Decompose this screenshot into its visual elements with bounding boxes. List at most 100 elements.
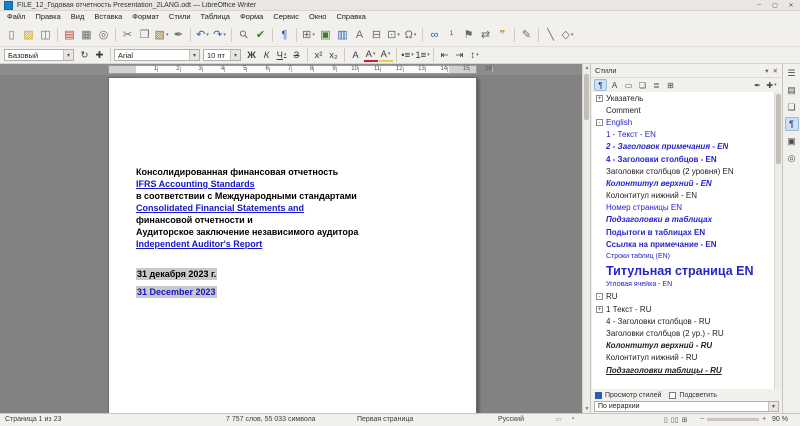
menu-window[interactable]: Окно xyxy=(304,11,331,23)
close-button[interactable]: ✕ xyxy=(786,2,796,9)
page-break-icon[interactable]: ⊟ xyxy=(369,26,385,43)
subscript-icon[interactable]: x₂ xyxy=(327,48,341,62)
menu-form[interactable]: Форма xyxy=(235,11,268,23)
page-styles-icon[interactable]: ❏ xyxy=(636,79,649,91)
underline-icon[interactable]: Ч xyxy=(275,48,289,62)
properties-deck-icon[interactable]: ▤ xyxy=(785,83,799,97)
save-icon[interactable]: ◫ xyxy=(38,26,54,43)
style-item[interactable]: 1 - Текст - EN xyxy=(592,129,774,141)
zoom-out-icon[interactable]: − xyxy=(700,416,704,423)
formatting-marks-icon[interactable]: ¶ xyxy=(277,26,293,43)
style-item[interactable]: Титульная страница EN xyxy=(592,263,774,279)
style-item[interactable]: +Указатель xyxy=(592,92,774,104)
styles-deck-icon[interactable]: ¶ xyxy=(785,117,799,131)
style-item[interactable]: Ссылка на примечание - EN xyxy=(592,238,774,250)
superscript-icon[interactable]: x² xyxy=(312,48,326,62)
menu-insert[interactable]: Вставка xyxy=(89,11,127,23)
basic-shapes-icon[interactable]: ◇ xyxy=(560,26,576,43)
increase-indent-icon[interactable]: ⇥ xyxy=(453,48,467,62)
paste-icon[interactable]: ▧ xyxy=(154,26,170,43)
menu-file[interactable]: Файл xyxy=(2,11,30,23)
checkbox-unchecked-icon[interactable] xyxy=(669,392,676,399)
maximize-button[interactable]: ▢ xyxy=(770,2,780,9)
status-page-style[interactable]: Первая страница xyxy=(357,416,413,423)
insert-hyperlink-icon[interactable]: ∞ xyxy=(427,26,443,43)
document-text-run[interactable]: Independent Auditor's Report xyxy=(136,238,262,250)
single-page-view-icon[interactable]: ▯ xyxy=(664,416,668,424)
status-word-count[interactable]: 7 757 слов, 55 033 символа xyxy=(226,416,316,423)
decrease-indent-icon[interactable]: ⇤ xyxy=(438,48,452,62)
checkbox-checked-icon[interactable] xyxy=(595,392,602,399)
style-item[interactable]: 4 - Заголовки столбцов - RU xyxy=(592,315,774,327)
zoom-in-icon[interactable]: + xyxy=(762,416,766,423)
styles-scrollbar[interactable] xyxy=(774,92,782,389)
frame-styles-icon[interactable]: ▭ xyxy=(622,79,635,91)
find-replace-icon[interactable]: ⚲ xyxy=(232,23,255,46)
style-item[interactable]: Колонтитул нижний - EN xyxy=(592,190,774,202)
cut-icon[interactable]: ✂ xyxy=(120,26,136,43)
menu-edit[interactable]: Правка xyxy=(30,11,65,23)
new-document-icon[interactable]: ▯ xyxy=(4,26,20,43)
tree-toggle-icon[interactable]: + xyxy=(596,95,603,102)
insert-line-icon[interactable]: ╲ xyxy=(543,26,559,43)
line-spacing-icon[interactable]: ↕ xyxy=(468,48,482,62)
list-styles-icon[interactable]: ≣ xyxy=(650,79,663,91)
insert-textbox-icon[interactable]: A xyxy=(352,26,368,43)
style-item[interactable]: +1 Текст - RU xyxy=(592,303,774,315)
insert-bookmark-icon[interactable]: ⚑ xyxy=(461,26,477,43)
character-styles-icon[interactable]: A xyxy=(608,79,621,91)
undo-icon[interactable]: ↶ xyxy=(195,26,211,43)
vertical-scrollbar[interactable] xyxy=(582,64,590,413)
book-view-icon[interactable]: ⊞ xyxy=(682,416,688,424)
scrollbar-thumb[interactable] xyxy=(776,94,781,164)
insert-chart-icon[interactable]: ▥ xyxy=(335,26,351,43)
font-name-select[interactable]: Arial xyxy=(114,49,200,61)
insert-field-icon[interactable]: ⊡ xyxy=(386,26,402,43)
chevron-down-icon[interactable] xyxy=(189,50,199,60)
panel-menu-icon[interactable]: ▾ xyxy=(765,67,768,75)
insert-footnote-icon[interactable]: ¹ xyxy=(444,26,460,43)
print-icon[interactable]: ▦ xyxy=(79,26,95,43)
bullet-list-icon[interactable]: •≡ xyxy=(401,48,415,62)
insert-table-icon[interactable]: ⊞ xyxy=(301,26,317,43)
track-changes-icon[interactable]: ✎ xyxy=(519,26,535,43)
font-color-icon[interactable]: A xyxy=(364,48,378,62)
new-style-from-selection-icon[interactable]: ✚ xyxy=(765,79,778,91)
numbered-list-icon[interactable]: 1≡ xyxy=(416,48,430,62)
minimize-button[interactable]: ─ xyxy=(754,2,764,9)
table-styles-icon[interactable]: ⊞ xyxy=(664,79,677,91)
copy-icon[interactable]: ❐ xyxy=(137,26,153,43)
style-item[interactable]: Заголовки столбцов (2 уровня) EN xyxy=(592,165,774,177)
open-icon[interactable]: ▨ xyxy=(21,26,37,43)
sidebar-settings-icon[interactable]: ☰ xyxy=(785,66,799,80)
horizontal-ruler[interactable]: 12345678910111213141516 xyxy=(0,64,582,75)
style-filter-select[interactable]: По иерархии xyxy=(594,401,779,412)
ruler-bar[interactable]: 12345678910111213141516 xyxy=(108,65,477,74)
document-text-run[interactable]: Консолидированная финансовая отчетность xyxy=(136,166,338,178)
menu-tools[interactable]: Сервис xyxy=(268,11,304,23)
menu-format[interactable]: Формат xyxy=(127,11,164,23)
style-item[interactable]: Строки таблиц (EN) xyxy=(592,250,774,262)
document-text-run[interactable]: 31 декабря 2023 г. xyxy=(136,268,217,280)
style-item[interactable]: Comment xyxy=(592,104,774,116)
bold-icon[interactable]: Ж xyxy=(245,48,259,62)
style-item[interactable]: Колонтитул нижний - RU xyxy=(592,352,774,364)
update-style-icon[interactable]: ↻ xyxy=(78,48,92,62)
multi-page-view-icon[interactable]: ▯▯ xyxy=(671,416,679,424)
style-item[interactable]: Колонтитул верхний - EN xyxy=(592,177,774,189)
status-zoom-level[interactable]: 90 % xyxy=(772,416,788,423)
export-pdf-icon[interactable]: ▤ xyxy=(62,26,78,43)
paragraph-styles-icon[interactable]: ¶ xyxy=(594,79,607,91)
chevron-down-icon[interactable] xyxy=(768,402,778,411)
style-item[interactable]: 2 - Заголовок примечания - EN xyxy=(592,141,774,153)
style-item[interactable]: Номер страницы EN xyxy=(592,202,774,214)
style-item[interactable]: Заголовки столбцов (2 ур.) - RU xyxy=(592,327,774,339)
document-text-run[interactable]: в соответствии с Международными стандарт… xyxy=(136,190,357,202)
document-text-run[interactable]: Аудиторское заключение независимого ауди… xyxy=(136,226,358,238)
preview-styles-checkbox[interactable]: Просмотр стилей xyxy=(595,392,661,399)
style-item[interactable]: -English xyxy=(592,116,774,128)
new-style-icon[interactable]: ✚ xyxy=(93,48,107,62)
document-text-run[interactable]: финансовой отчетности и xyxy=(136,214,253,226)
redo-icon[interactable]: ↷ xyxy=(212,26,228,43)
special-character-icon[interactable]: Ω xyxy=(403,26,419,43)
